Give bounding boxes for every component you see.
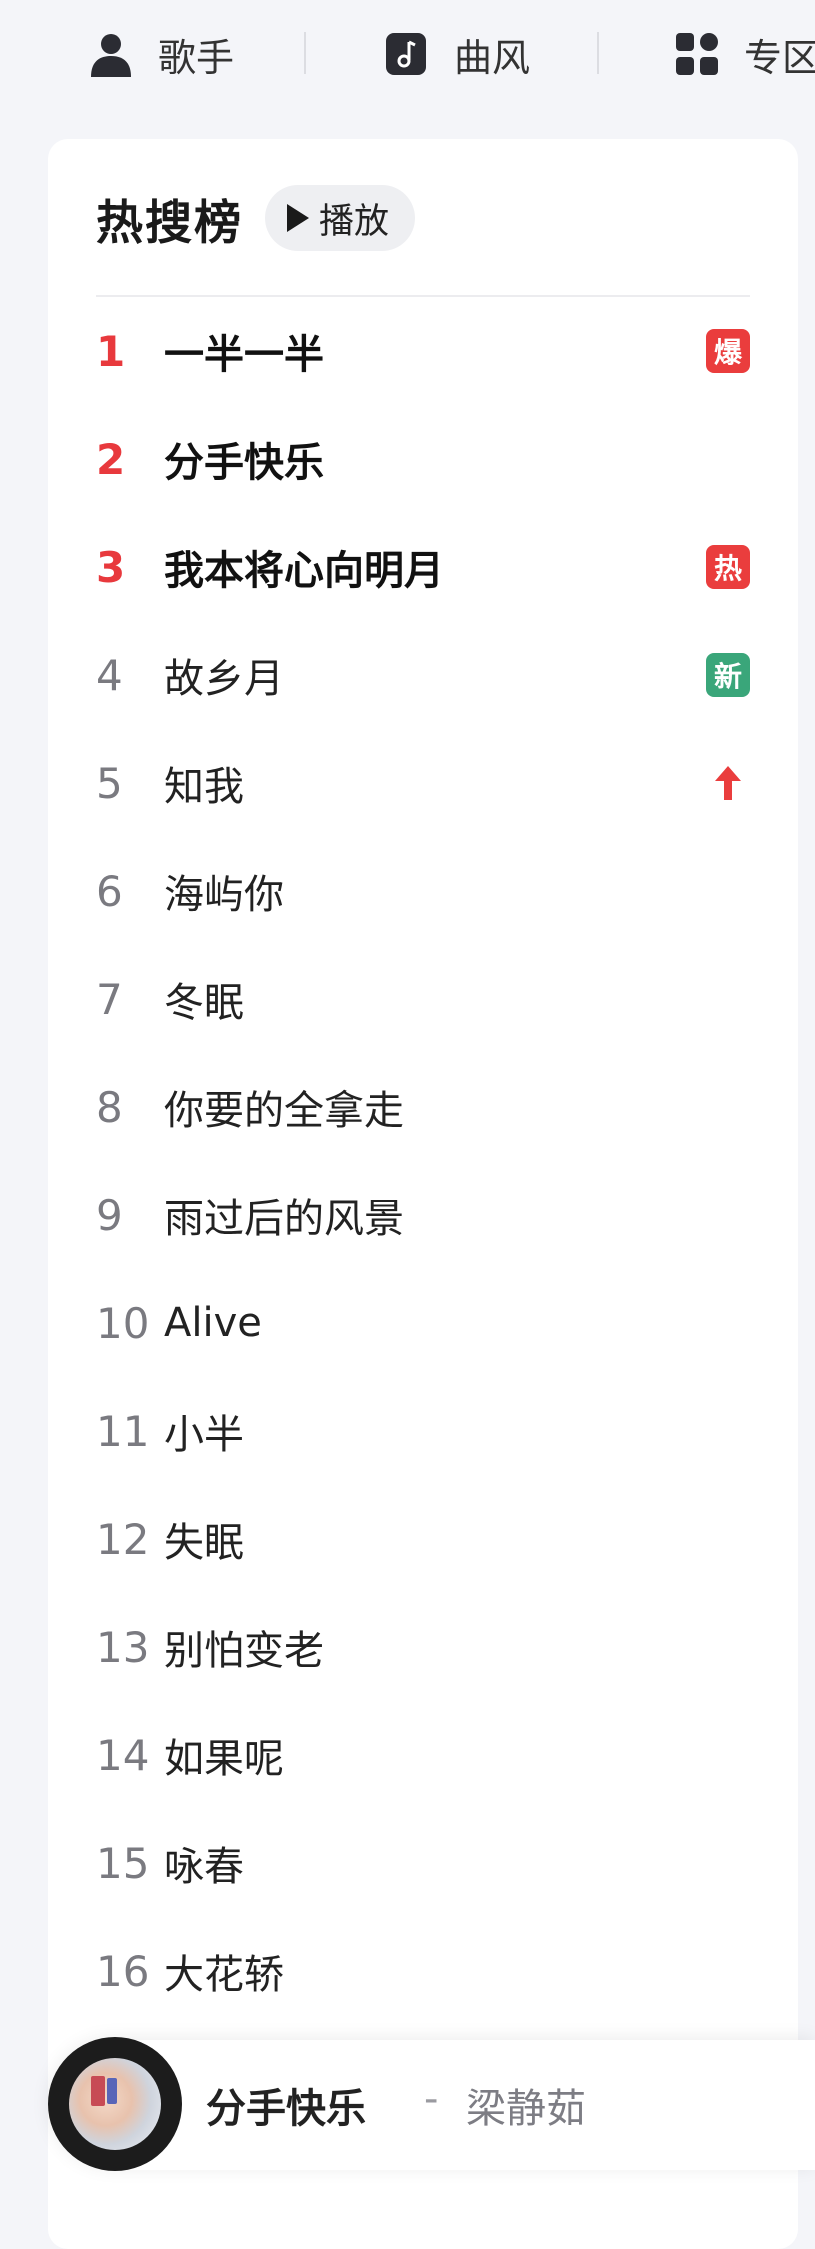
play-icon [287,204,309,232]
rank-number: 9 [96,1190,123,1240]
mini-player[interactable]: 分手快乐 - 梁静茹 [48,2037,815,2171]
nav-item-label: 专区 [744,35,815,80]
list-item[interactable]: 13 别怕变老 [48,1593,798,1701]
hot-badge: 热 [706,545,750,589]
song-title: 海屿你 [164,872,284,918]
card-title: 热搜榜 [96,195,243,251]
explosive-badge: 爆 [706,329,750,373]
song-title: 大花轿 [164,1952,284,1998]
song-title: 雨过后的风景 [164,1196,404,1242]
album-disc[interactable] [48,2037,182,2171]
rank-number: 10 [96,1298,150,1348]
list-item[interactable]: 1 一半一半 爆 [48,297,798,405]
nav-item-singers[interactable]: 歌手 [88,28,234,80]
nav-item-genres[interactable]: 曲风 [384,28,530,80]
list-item[interactable]: 11 小半 [48,1377,798,1485]
rank-number: 3 [96,542,126,592]
rank-number: 6 [96,866,123,916]
list-item[interactable]: 2 分手快乐 [48,405,798,513]
list-item[interactable]: 16 大花轿 [48,1917,798,2025]
grid-icon [676,33,718,75]
nav-item-label: 曲风 [454,35,531,80]
list-item[interactable]: 5 知我 [48,729,798,837]
rank-number: 7 [96,974,123,1024]
nav-item-label: 歌手 [158,35,235,80]
list-item[interactable]: 3 我本将心向明月 热 [48,513,798,621]
play-all-label: 播放 [319,201,390,242]
song-title: 冬眠 [164,980,244,1026]
nav-item-zones[interactable]: 专区 [674,28,815,80]
new-badge: 新 [706,653,750,697]
rank-number: 1 [96,326,126,376]
rank-number: 2 [96,434,126,484]
song-title: 别怕变老 [164,1628,324,1674]
song-title: 一半一半 [164,332,324,378]
song-title: 你要的全拿走 [164,1088,404,1134]
now-playing-title: 分手快乐 [206,2086,366,2132]
play-all-button[interactable]: 播放 [265,185,416,251]
title-artist-separator: - [424,2076,439,2122]
cover-decoration [107,2078,117,2104]
list-item[interactable]: 12 失眠 [48,1485,798,1593]
list-item[interactable]: 4 故乡月 新 [48,621,798,729]
hot-search-card: 热搜榜 播放 1 一半一半 爆 2 分手快乐 3 我本将心向明月 热 4 故乡月… [48,139,798,2249]
category-nav: 歌手 曲风 专区 [0,0,815,110]
song-title: 我本将心向明月 [164,548,444,594]
song-title: Alive [164,1300,262,1346]
cover-decoration [91,2076,105,2106]
list-item[interactable]: 14 如果呢 [48,1701,798,1809]
list-item[interactable]: 10 Alive [48,1269,798,1377]
music-note-icon [386,33,426,75]
song-title: 小半 [164,1412,244,1458]
rank-number: 15 [96,1838,150,1888]
song-title: 分手快乐 [164,440,324,486]
rank-number: 13 [96,1622,150,1672]
song-title: 咏春 [164,1844,244,1890]
nav-divider [304,32,306,74]
list-item[interactable]: 7 冬眠 [48,945,798,1053]
rank-number: 8 [96,1082,123,1132]
rank-number: 5 [96,758,123,808]
card-header: 热搜榜 播放 [96,185,416,251]
rank-number: 14 [96,1730,150,1780]
rising-arrow-icon [715,766,741,800]
album-cover [69,2058,161,2150]
song-title: 如果呢 [164,1736,284,1782]
rank-number: 16 [96,1946,150,1996]
song-title: 失眠 [164,1520,244,1566]
list-item[interactable]: 6 海屿你 [48,837,798,945]
nav-divider [597,32,599,74]
song-title: 故乡月 [164,656,284,702]
rank-number: 11 [96,1406,150,1456]
song-title: 知我 [164,764,244,810]
list-item[interactable]: 9 雨过后的风景 [48,1161,798,1269]
list-item[interactable]: 15 咏春 [48,1809,798,1917]
rank-number: 12 [96,1514,150,1564]
now-playing-artist: 梁静茹 [466,2086,586,2132]
person-icon [91,34,131,77]
rank-number: 4 [96,650,123,700]
list-item[interactable]: 8 你要的全拿走 [48,1053,798,1161]
